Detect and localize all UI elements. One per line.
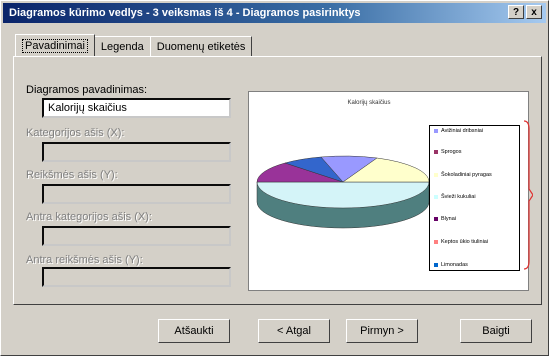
- second-category-x-field[interactable]: [42, 226, 231, 246]
- dialog-title: Diagramos kūrimo vedlys - 3 veiksmas iš …: [9, 7, 361, 19]
- tab-legend[interactable]: Legenda: [93, 36, 151, 56]
- category-x-label: Kategorijos ašis (X):: [26, 127, 125, 139]
- value-y-field[interactable]: [42, 184, 231, 204]
- legend-bracket: [523, 120, 533, 270]
- tab-data-labels[interactable]: Duomenų etiketės: [149, 36, 253, 56]
- second-category-x-label: Antra kategorijos ašis (X):: [26, 211, 152, 223]
- legend-item: Blynai: [434, 216, 456, 223]
- legend-item: Šokoladiniai pyragas: [434, 172, 492, 179]
- category-x-field[interactable]: [42, 142, 231, 162]
- legend-swatch: [434, 263, 438, 267]
- legend-item: Keptos ūkio tiuliniai: [434, 239, 494, 246]
- value-y-label: Reikšmės ašis (Y):: [26, 169, 118, 181]
- chart-title-field[interactable]: Kalorijų skaičius: [42, 98, 231, 118]
- close-button[interactable]: x: [526, 5, 542, 19]
- title-bar[interactable]: Diagramos kūrimo vedlys - 3 veiksmas iš …: [3, 3, 546, 23]
- second-value-y-label: Antra reikšmės ašis (Y):: [26, 254, 143, 266]
- chart-title-value: Kalorijų skaičius: [48, 102, 127, 114]
- tab-titles[interactable]: Pavadinimai: [15, 34, 95, 56]
- cancel-button[interactable]: Atšaukti: [158, 319, 230, 343]
- legend-swatch: [434, 240, 438, 244]
- wizard-buttons: Atšaukti < Atgal Pirmyn > Baigti: [1, 319, 549, 349]
- tab-strip: Pavadinimai Legenda Duomenų etiketės: [15, 34, 253, 56]
- legend-item: Limonadas: [434, 262, 468, 269]
- back-button[interactable]: < Atgal: [258, 319, 330, 343]
- second-value-y-field[interactable]: [42, 267, 231, 287]
- legend-item: Sprogos: [434, 149, 462, 156]
- legend-swatch: [434, 195, 438, 199]
- help-button[interactable]: ?: [508, 5, 524, 19]
- finish-button[interactable]: Baigti: [460, 319, 532, 343]
- legend-item: Švieži kukuliai: [434, 194, 476, 201]
- chart-title-label: Diagramos pavadinimas:: [26, 84, 148, 96]
- legend-item: Avižiniai dribsniai: [434, 128, 483, 135]
- chart-wizard-dialog: Diagramos kūrimo vedlys - 3 veiksmas iš …: [0, 0, 549, 356]
- chart-legend: Avižiniai dribsniai Sprogos Šokoladiniai…: [429, 125, 520, 271]
- legend-swatch: [434, 217, 438, 221]
- legend-swatch: [434, 129, 438, 133]
- next-button[interactable]: Pirmyn >: [346, 319, 418, 343]
- legend-swatch: [434, 150, 438, 154]
- legend-swatch: [434, 173, 438, 177]
